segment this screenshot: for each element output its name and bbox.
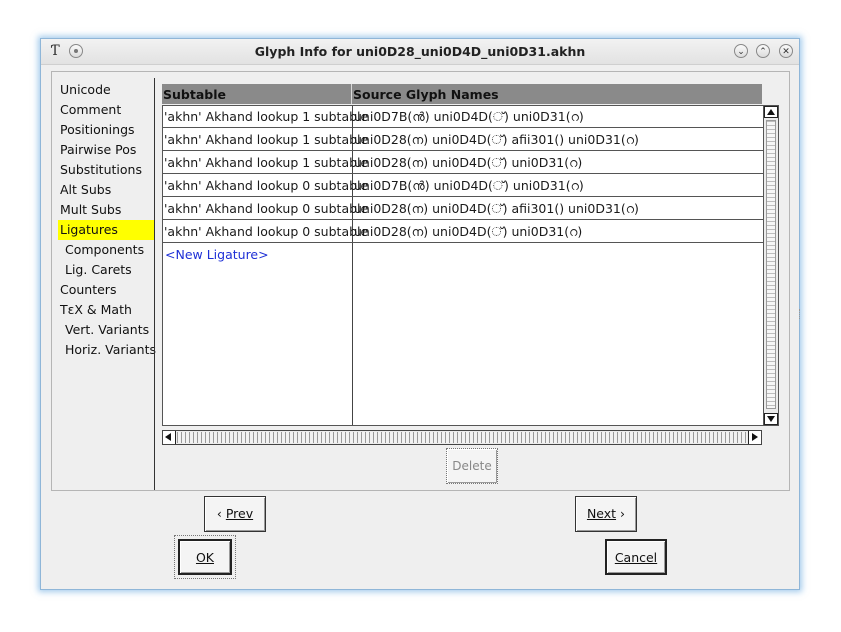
table-row[interactable]: 'akhn' Akhand lookup 1 subtable uni0D28(ന… [163, 129, 763, 151]
title-bar[interactable]: Ƭ Glyph Info for uni0D28_uni0D4D_uni0D31… [41, 39, 799, 65]
subtable-cell[interactable]: 'akhn' Akhand lookup 1 subtable [164, 106, 368, 128]
sidebar-item-pairwise-pos[interactable]: Pairwise Pos [58, 140, 154, 160]
next-button[interactable]: Next › [575, 496, 637, 532]
sidebar-item-vert-variants[interactable]: Vert. Variants [58, 320, 154, 340]
header-divider [351, 84, 352, 104]
window-title: Glyph Info for uni0D28_uni0D4D_uni0D31.a… [254, 44, 586, 59]
scroll-up-arrow-icon[interactable] [764, 106, 778, 118]
column-header-source-glyph-names[interactable]: Source Glyph Names [353, 84, 499, 104]
subtable-cell[interactable]: 'akhn' Akhand lookup 0 subtable [164, 175, 368, 197]
horizontal-scrollbar[interactable] [162, 430, 762, 445]
chevron-down-icon[interactable]: ⌄ [734, 44, 748, 58]
column-header-subtable[interactable]: Subtable [163, 84, 226, 104]
source-glyph-names-cell[interactable]: uni0D28(ന) uni0D4D(്) uni0D31(റ) [354, 152, 582, 174]
source-glyph-names-cell[interactable]: uni0D7B(ൻ) uni0D4D(്) uni0D31(റ) [354, 175, 584, 197]
sidebar-item-comment[interactable]: Comment [58, 100, 154, 120]
source-glyph-names-cell[interactable]: uni0D7B(ൻ) uni0D4D(്) uni0D31(റ) [354, 106, 584, 128]
table-row[interactable]: 'akhn' Akhand lookup 1 subtable uni0D28(ന… [163, 152, 763, 174]
subtable-cell[interactable]: 'akhn' Akhand lookup 1 subtable [164, 152, 368, 174]
table-row[interactable]: 'akhn' Akhand lookup 1 subtable uni0D7B(ൻ… [163, 106, 763, 128]
ok-button-label: OK [195, 550, 215, 565]
cancel-button[interactable]: Cancel [605, 539, 667, 575]
scroll-left-arrow-icon[interactable] [163, 431, 176, 444]
sidebar-item-lig-carets[interactable]: Lig. Carets [58, 260, 154, 280]
sidebar-item-positionings[interactable]: Positionings [58, 120, 154, 140]
prev-button-label: Prev [225, 506, 254, 521]
ligatures-panel: Unicode Comment Positionings Pairwise Pos Su… [51, 71, 790, 491]
sidebar-item-alt-subs[interactable]: Alt Subs [58, 180, 154, 200]
sidebar-item-ligatures[interactable]: Ligatures [58, 220, 154, 240]
sidebar-item-substitutions[interactable]: Substitutions [58, 160, 154, 180]
chevron-right-icon: › [620, 506, 626, 521]
next-button-label: Next [586, 506, 617, 521]
table-row[interactable]: 'akhn' Akhand lookup 0 subtable uni0D7B(ൻ… [163, 175, 763, 197]
source-glyph-names-cell[interactable]: uni0D28(ന) uni0D4D(്) uni0D31(റ) [354, 221, 582, 243]
subtable-cell[interactable]: 'akhn' Akhand lookup 0 subtable [164, 221, 368, 243]
ligature-table: Subtable Source Glyph Names 'akhn' Akhan… [162, 84, 779, 426]
table-body: 'akhn' Akhand lookup 1 subtable uni0D7B(ൻ… [162, 105, 779, 426]
new-ligature-entry[interactable]: <New Ligature> [165, 244, 269, 266]
close-icon[interactable]: ✕ [779, 44, 793, 58]
subtable-cell[interactable]: 'akhn' Akhand lookup 0 subtable [164, 198, 368, 220]
resize-grip[interactable] [799, 309, 802, 319]
table-row[interactable]: 'akhn' Akhand lookup 0 subtable uni0D28(ന… [163, 221, 763, 243]
prev-button[interactable]: ‹ Prev [204, 496, 266, 532]
sidebar-item-components[interactable]: Components [58, 240, 154, 260]
scroll-right-arrow-icon[interactable] [748, 431, 761, 444]
subtable-cell[interactable]: 'akhn' Akhand lookup 1 subtable [164, 129, 368, 151]
sidebar-item-horiz-variants[interactable]: Horiz. Variants [58, 340, 156, 360]
ok-button[interactable]: OK [178, 539, 232, 575]
glyph-info-dialog: Ƭ Glyph Info for uni0D28_uni0D4D_uni0D31… [40, 38, 800, 590]
horizontal-scroll-thumb[interactable] [177, 432, 747, 443]
chevron-left-icon: ‹ [216, 506, 222, 521]
chevron-up-icon[interactable]: ⌃ [756, 44, 770, 58]
vertical-scroll-thumb[interactable] [766, 120, 776, 409]
source-glyph-names-cell[interactable]: uni0D28(ന) uni0D4D(്) afii301() uni0D31(… [354, 198, 639, 220]
delete-button[interactable]: Delete [446, 448, 498, 484]
cancel-button-label: Cancel [614, 550, 658, 565]
source-glyph-names-cell[interactable]: uni0D28(ന) uni0D4D(്) afii301() uni0D31(… [354, 129, 639, 151]
vertical-scrollbar[interactable] [763, 106, 778, 425]
sidebar-divider [154, 78, 155, 490]
scroll-down-arrow-icon[interactable] [764, 413, 778, 425]
table-row[interactable]: 'akhn' Akhand lookup 0 subtable uni0D28(ന… [163, 198, 763, 220]
sidebar-item-counters[interactable]: Counters [58, 280, 154, 300]
sidebar-item-t-x-math[interactable]: TεX & Math [58, 300, 154, 320]
table-header: Subtable Source Glyph Names [162, 84, 762, 104]
sidebar-item-mult-subs[interactable]: Mult Subs [58, 200, 154, 220]
sidebar: Unicode Comment Positionings Pairwise Pos Su… [58, 80, 156, 360]
sidebar-item-unicode[interactable]: Unicode [58, 80, 154, 100]
